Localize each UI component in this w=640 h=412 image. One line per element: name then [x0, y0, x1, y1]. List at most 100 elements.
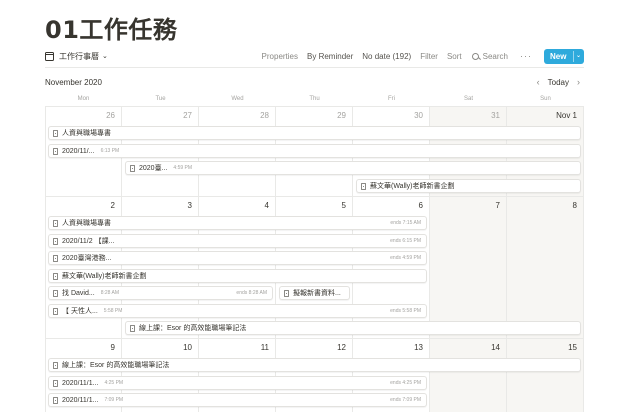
event-time: 5:58 PM — [103, 308, 123, 314]
event-end-time: ends 4:25 PM — [390, 380, 421, 386]
day-number: 8 — [572, 201, 577, 210]
event-card[interactable]: 人資與職場專書 — [48, 126, 581, 140]
event-title: 線上課：Esor 的高效能職場筆記法 — [62, 362, 170, 369]
day-number: 11 — [260, 343, 269, 352]
page-icon — [53, 289, 58, 297]
page-icon — [53, 361, 58, 369]
chevron-left-icon[interactable]: ‹ — [533, 77, 544, 87]
no-date-button[interactable]: No date (192) — [362, 52, 411, 61]
day-number: 2 — [110, 201, 115, 210]
sort-button[interactable]: Sort — [447, 52, 462, 61]
more-options-icon[interactable]: ··· — [520, 51, 532, 61]
database-toolbar: 工作行事曆 ⌄ Properties By Reminder No date (… — [45, 46, 584, 66]
page-icon — [284, 289, 289, 297]
day-number: 7 — [495, 201, 500, 210]
event-time: 4:59 PM — [173, 165, 193, 171]
day-cell[interactable]: 8 — [507, 197, 584, 338]
view-switcher[interactable]: 工作行事曆 ⌄ — [45, 51, 108, 62]
event-card[interactable]: 線上課：Esor 的高效能職場筆記法 — [48, 358, 581, 372]
event-card[interactable]: 人資與職場專書 ends 7:15 AM — [48, 216, 427, 230]
page-icon — [53, 129, 58, 137]
week-row: 9 10 11 12 13 14 15 線上課：Esor 的高效能職場筆記法 2… — [45, 339, 584, 412]
page-title: 01工作任務 — [45, 16, 178, 44]
search-icon — [471, 52, 479, 60]
page-icon — [53, 396, 58, 404]
day-number: 9 — [110, 343, 115, 352]
day-number: 27 — [183, 111, 192, 120]
event-card[interactable]: 擬報新書資料... — [279, 286, 350, 300]
day-cell[interactable]: 7 — [430, 197, 507, 338]
event-title: 擬報新書資料... — [293, 290, 341, 297]
search-label: Search — [482, 51, 508, 61]
day-number: Nov 1 — [556, 111, 577, 120]
event-end-time: ends 5:58 PM — [390, 308, 421, 314]
event-title: 2020臺灣港務... — [62, 255, 112, 262]
weekday-label: Tue — [122, 91, 199, 107]
event-card[interactable]: 找 David... 8:28 AM ends 8:28 AM — [48, 286, 273, 300]
event-card[interactable]: 2020/11/1... 7:09 PM ends 7:09 PM — [48, 393, 427, 407]
page-icon — [53, 272, 58, 280]
event-time: 8:28 AM — [100, 290, 120, 296]
event-card[interactable]: 【 天性人... 5:58 PM ends 5:58 PM — [48, 304, 427, 318]
page-icon — [130, 324, 135, 332]
event-card[interactable]: 線上課：Esor 的高效能職場筆記法 — [125, 321, 581, 335]
page-icon — [53, 254, 58, 262]
day-number: 13 — [414, 343, 423, 352]
weekday-label: Sun — [507, 91, 584, 107]
event-title: 線上課：Esor 的高效能職場筆記法 — [139, 325, 247, 332]
new-button[interactable]: New ⌄ — [544, 48, 584, 64]
event-end-time: ends 8:28 AM — [236, 290, 267, 296]
event-card[interactable]: 蘇文華(Wally)老師新書企劃 — [356, 179, 581, 193]
search-button[interactable]: Search — [471, 51, 508, 61]
event-card[interactable]: 2020/11/2 【課... ends 6:15 PM — [48, 234, 427, 248]
chevron-right-icon[interactable]: › — [573, 77, 584, 87]
weekday-label: Thu — [276, 91, 353, 107]
weekday-label: Sat — [430, 91, 507, 107]
day-number: 4 — [264, 201, 269, 210]
day-number: 31 — [491, 111, 500, 120]
month-label: November 2020 — [45, 77, 102, 87]
event-end-time: ends 7:15 AM — [390, 220, 421, 226]
event-end-time: ends 7:09 PM — [390, 397, 421, 403]
event-card[interactable]: 蘇文華(Wally)老師新書企劃 — [48, 269, 427, 283]
event-title: 蘇文華(Wally)老師新書企劃 — [370, 183, 455, 190]
event-card[interactable]: 2020/11/1... 4:25 PM ends 4:25 PM — [48, 376, 427, 390]
properties-button[interactable]: Properties — [262, 52, 298, 61]
event-title: 2020臺... — [139, 165, 168, 172]
day-number: 29 — [337, 111, 346, 120]
event-card[interactable]: 2020臺... 4:59 PM — [125, 161, 581, 175]
event-title: 【 天性人... — [62, 308, 98, 315]
day-cell[interactable]: 15 — [507, 339, 584, 412]
week-row: 2 3 4 5 6 7 8 人資與職場專書 ends 7:15 AM 2020/… — [45, 197, 584, 339]
event-title: 蘇文華(Wally)老師新書企劃 — [62, 273, 147, 280]
event-title: 2020/11/2 【課... — [62, 238, 115, 245]
page-icon — [361, 182, 366, 190]
new-button-divider — [573, 50, 574, 62]
new-button-label: New — [550, 51, 567, 61]
event-title: 2020/11/1... — [62, 379, 99, 387]
day-cell[interactable]: 14 — [430, 339, 507, 412]
filter-button[interactable]: Filter — [420, 52, 438, 61]
event-title: 人資與職場專書 — [62, 130, 111, 137]
day-number: 26 — [106, 111, 115, 120]
day-number: 3 — [187, 201, 192, 210]
day-number: 14 — [491, 343, 500, 352]
event-title: 2020/11/... — [62, 147, 95, 155]
event-title: 人資與職場專書 — [62, 220, 111, 227]
day-number: 12 — [337, 343, 346, 352]
event-card[interactable]: 2020臺灣港務... ends 4:59 PM — [48, 251, 427, 265]
page-icon — [53, 237, 58, 245]
chevron-down-icon[interactable]: ⌄ — [576, 52, 581, 59]
page-icon — [53, 219, 58, 227]
weekday-label: Mon — [45, 91, 122, 107]
event-card[interactable]: 2020/11/... 6:13 PM — [48, 144, 581, 158]
event-time: 7:09 PM — [104, 397, 124, 403]
toolbar-divider — [45, 67, 584, 68]
weekday-label: Fri — [353, 91, 430, 107]
page-icon — [130, 164, 135, 172]
today-button[interactable]: Today — [544, 78, 573, 87]
by-reminder-button[interactable]: By Reminder — [307, 52, 353, 61]
chevron-down-icon: ⌄ — [102, 53, 108, 60]
event-end-time: ends 6:15 PM — [390, 238, 421, 244]
weekday-header: Mon Tue Wed Thu Fri Sat Sun — [45, 91, 584, 107]
